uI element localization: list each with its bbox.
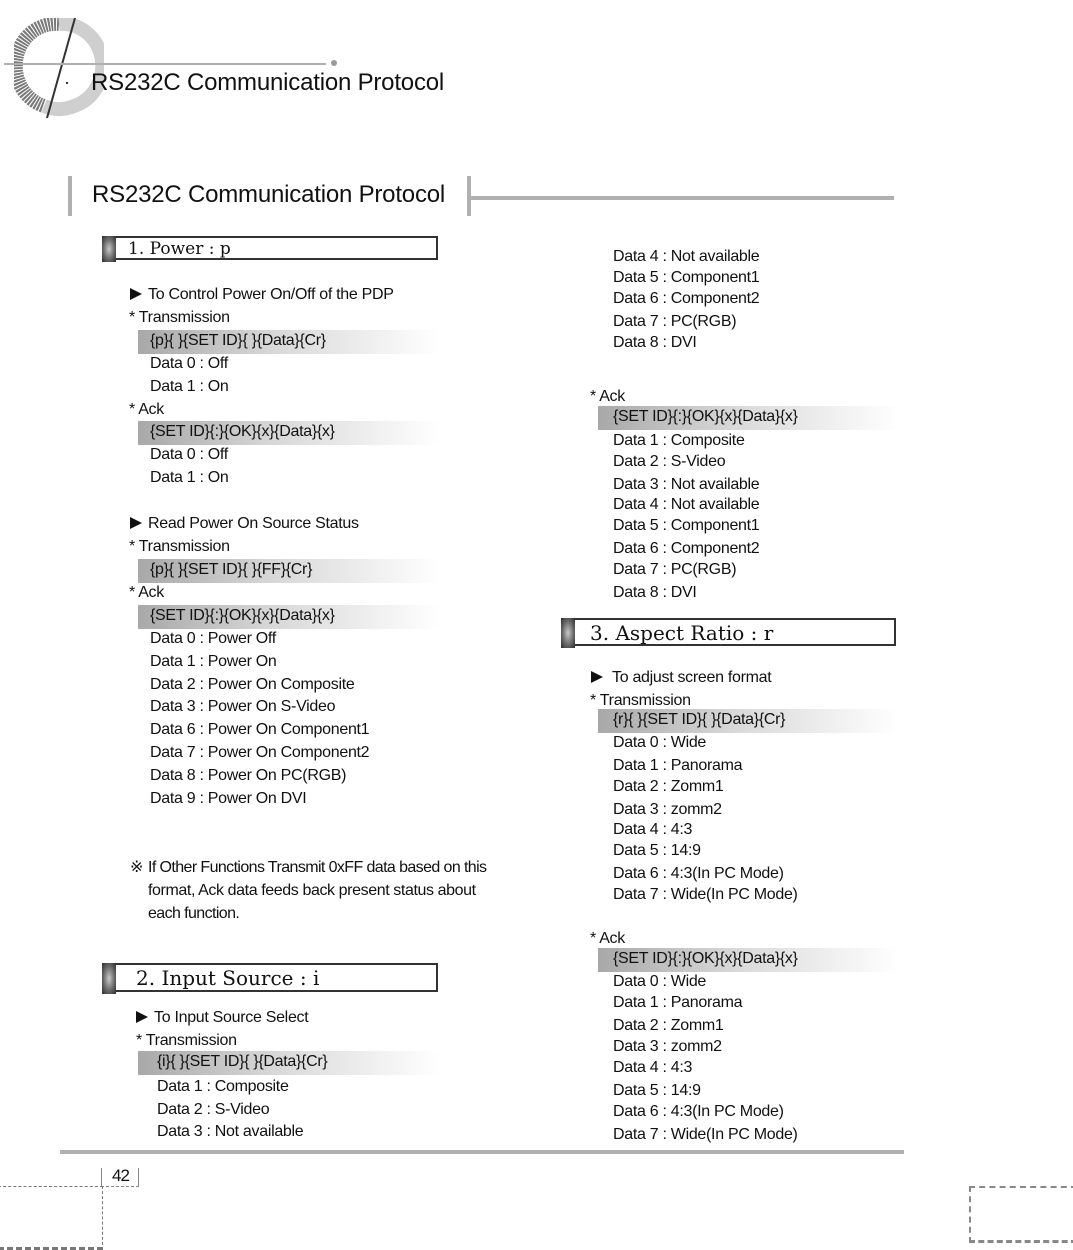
- note-line: format, Ack data feeds back present stat…: [148, 882, 476, 899]
- power-control-data: Data 1 : On: [150, 378, 229, 395]
- aspect-ratio-ack-data: Data 1 : Panorama: [613, 994, 743, 1011]
- aspect-ratio-ack-data: Data 0 : Wide: [613, 973, 707, 990]
- heading-input-source: 2. Input Source : i: [102, 963, 438, 994]
- input-source-data: Data 7 : PC(RGB): [613, 313, 737, 330]
- input-source-ack-data: Data 4 : Not available: [613, 496, 760, 513]
- aspect-ratio-data: Data 2 : Zomm1: [613, 778, 724, 795]
- note-line: If Other Functions Transmit 0xFF data ba…: [148, 859, 487, 876]
- power-read-ack-data: Data 9 : Power On DVI: [150, 790, 307, 807]
- input-source-transmission-code: {i}{ }{SET ID}{ }{Data}{Cr}: [138, 1051, 440, 1075]
- footer-rule: [60, 1150, 904, 1154]
- heading-knob-icon: [102, 236, 116, 262]
- power-control-ack-data: Data 0 : Off: [150, 446, 228, 463]
- heading-power-text: 1. Power : p: [128, 239, 231, 259]
- aspect-ratio-ack-label: * Ack: [590, 930, 625, 947]
- ring-logo-icon: [14, 18, 104, 118]
- aspect-ratio-ack-data: Data 7 : Wide(In PC Mode): [613, 1126, 798, 1143]
- header-title: RS232C Communication Protocol: [91, 69, 445, 96]
- input-source-data: Data 8 : DVI: [613, 334, 697, 351]
- header-dot: [331, 60, 337, 66]
- crop-mark-box-right: [969, 1186, 1073, 1243]
- input-source-data: Data 2 : S-Video: [157, 1101, 270, 1118]
- power-read-ack-data: Data 2 : Power On Composite: [150, 676, 355, 693]
- crop-mark-box-left: [0, 1186, 103, 1250]
- section-title: RS232C Communication Protocol: [92, 181, 446, 208]
- heading-power: 1. Power : p: [102, 236, 438, 262]
- section-bar-left: [68, 176, 72, 216]
- input-source-ack-data: Data 5 : Component1: [613, 517, 760, 534]
- header-rule: [4, 63, 326, 65]
- input-source-data: Data 3 : Not available: [157, 1123, 304, 1140]
- power-control-desc: To Control Power On/Off of the PDP: [130, 285, 394, 305]
- aspect-ratio-ack-data: Data 5 : 14:9: [613, 1082, 701, 1099]
- power-read-transmission-label: * Transmission: [129, 538, 230, 555]
- input-source-ack-data: Data 6 : Component2: [613, 540, 760, 557]
- power-control-data: Data 0 : Off: [150, 355, 228, 372]
- power-read-ack-data: Data 0 : Power Off: [150, 630, 276, 647]
- power-control-transmission-label: * Transmission: [129, 309, 230, 326]
- power-read-desc: Read Power On Source Status: [130, 514, 359, 534]
- aspect-ratio-desc: To adjust screen format: [591, 668, 772, 688]
- power-control-transmission-code: {p}{ }{SET ID}{ }{Data}{Cr}: [138, 330, 440, 354]
- input-source-desc: To Input Source Select: [136, 1008, 309, 1028]
- aspect-ratio-data: Data 3 : zomm2: [613, 801, 722, 818]
- power-read-ack-data: Data 6 : Power On Component1: [150, 721, 370, 738]
- triangle-bullet-icon: [130, 517, 142, 529]
- aspect-ratio-transmission-label: * Transmission: [590, 692, 691, 709]
- input-source-data: Data 6 : Component2: [613, 290, 760, 307]
- power-control-ack-data: Data 1 : On: [150, 469, 229, 486]
- input-source-ack-code: {SET ID}{:}{OK}{x}{Data}{x}: [598, 406, 898, 430]
- input-source-data: Data 5 : Component1: [613, 269, 760, 286]
- heading-knob-icon: [102, 963, 116, 994]
- heading-knob-icon: [561, 618, 575, 648]
- aspect-ratio-data: Data 4 : 4:3: [613, 821, 693, 838]
- triangle-bullet-icon: [591, 671, 603, 683]
- power-read-transmission-code: {p}{ }{SET ID}{ }{FF}{Cr}: [138, 559, 440, 583]
- input-source-data: Data 4 : Not available: [613, 248, 760, 265]
- aspect-ratio-data: Data 7 : Wide(In PC Mode): [613, 886, 798, 903]
- note-mark: ※: [130, 859, 143, 876]
- power-control-ack-label: * Ack: [129, 401, 164, 418]
- input-source-ack-label: * Ack: [590, 388, 625, 405]
- input-source-ack-data: Data 2 : S-Video: [613, 453, 726, 470]
- aspect-ratio-data: Data 1 : Panorama: [613, 757, 743, 774]
- power-read-ack-label: * Ack: [129, 584, 164, 601]
- header-bullet: ·: [64, 72, 70, 92]
- input-source-ack-data: Data 8 : DVI: [613, 584, 697, 601]
- aspect-ratio-data: Data 6 : 4:3(In PC Mode): [613, 865, 784, 882]
- input-source-ack-data: Data 7 : PC(RGB): [613, 561, 737, 578]
- aspect-ratio-transmission-code: {r}{ }{SET ID}{ }{Data}{Cr}: [598, 709, 898, 733]
- section-rule: [471, 196, 894, 200]
- aspect-ratio-data: Data 5 : 14:9: [613, 842, 701, 859]
- power-read-ack-data: Data 1 : Power On: [150, 653, 277, 670]
- heading-aspect-ratio-text: 3. Aspect Ratio : r: [590, 621, 774, 645]
- power-read-ack-code: {SET ID}{:}{OK}{x}{Data}{x}: [138, 605, 440, 629]
- aspect-ratio-ack-data: Data 4 : 4:3: [613, 1059, 693, 1076]
- heading-aspect-ratio: 3. Aspect Ratio : r: [561, 618, 896, 648]
- aspect-ratio-ack-data: Data 2 : Zomm1: [613, 1017, 724, 1034]
- aspect-ratio-ack-code: {SET ID}{:}{OK}{x}{Data}{x}: [598, 948, 898, 972]
- triangle-bullet-icon: [136, 1011, 148, 1023]
- power-read-ack-data: Data 8 : Power On PC(RGB): [150, 767, 347, 784]
- aspect-ratio-ack-data: Data 6 : 4:3(In PC Mode): [613, 1103, 784, 1120]
- input-source-transmission-label: * Transmission: [136, 1032, 237, 1049]
- input-source-ack-data: Data 1 : Composite: [613, 432, 745, 449]
- power-read-ack-data: Data 7 : Power On Component2: [150, 744, 370, 761]
- input-source-ack-data: Data 3 : Not available: [613, 476, 760, 493]
- heading-input-source-text: 2. Input Source : i: [136, 966, 320, 990]
- page-number: 42: [112, 1166, 130, 1185]
- note-line: each function.: [148, 905, 240, 922]
- input-source-data: Data 1 : Composite: [157, 1078, 289, 1095]
- power-control-ack-code: {SET ID}{:}{OK}{x}{Data}{x}: [138, 421, 440, 445]
- power-read-ack-data: Data 3 : Power On S-Video: [150, 698, 336, 715]
- triangle-bullet-icon: [130, 288, 142, 300]
- aspect-ratio-data: Data 0 : Wide: [613, 734, 707, 751]
- aspect-ratio-ack-data: Data 3 : zomm2: [613, 1038, 722, 1055]
